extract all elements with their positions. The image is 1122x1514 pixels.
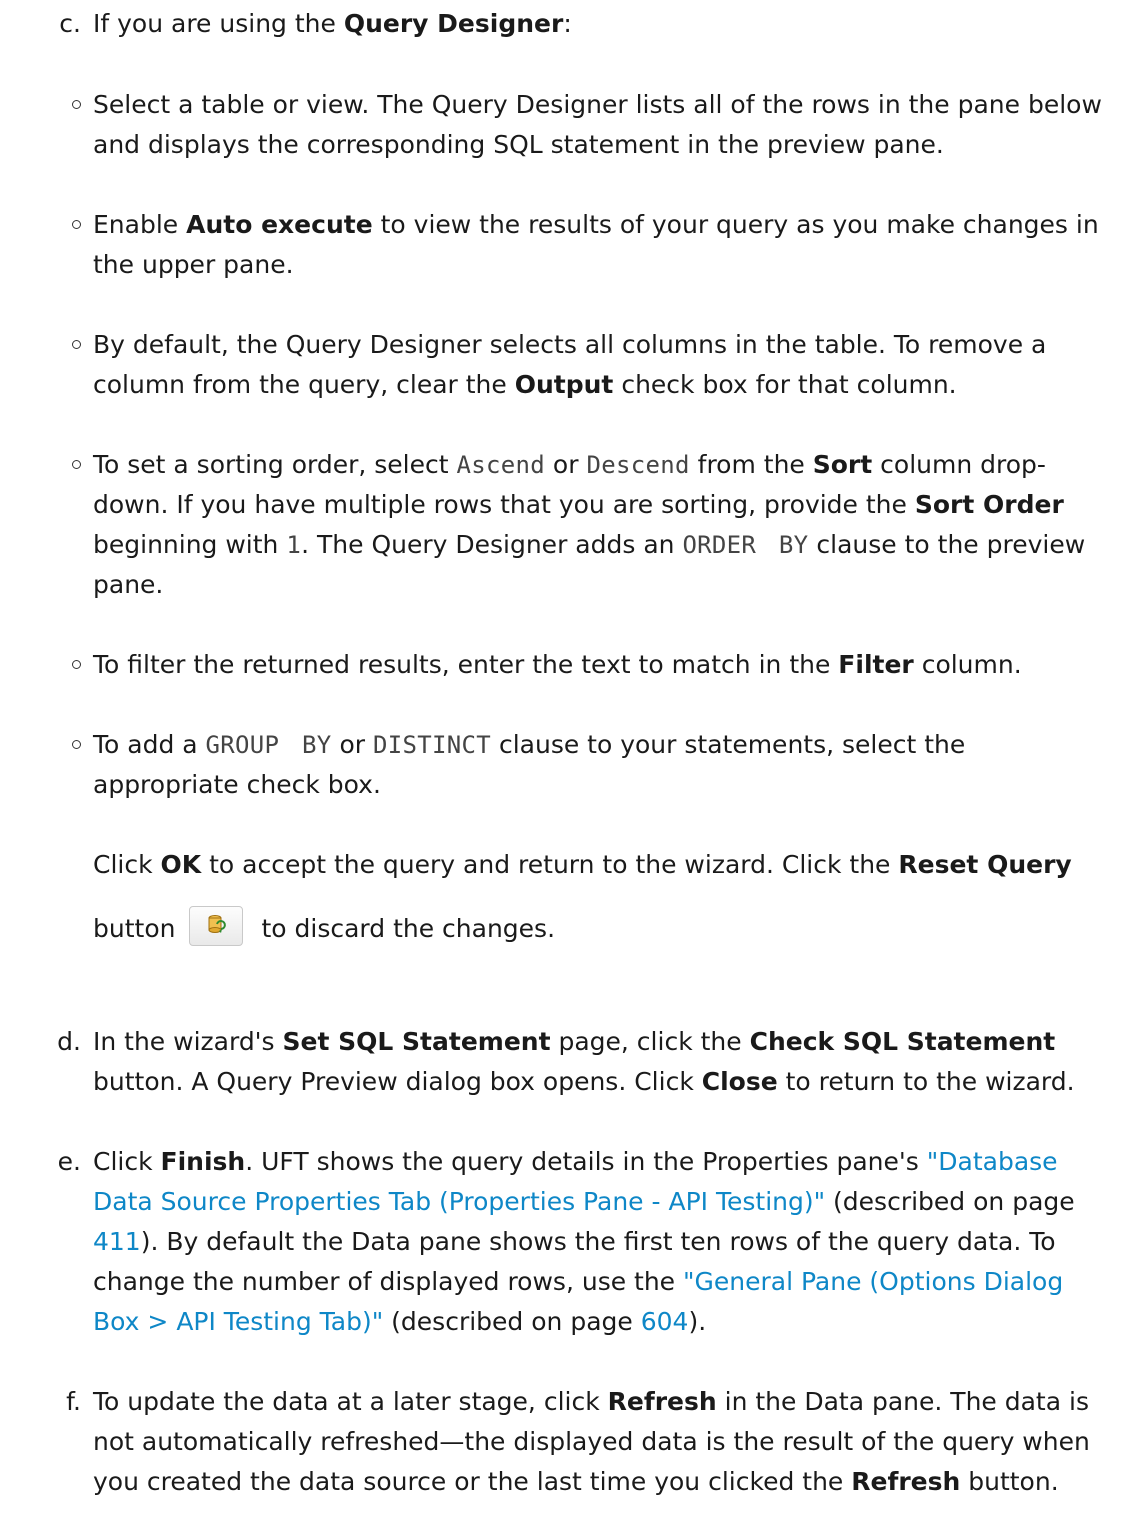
reset-query-note: Click OK to accept the query and return … [93, 845, 1105, 949]
bold-term: Sort [812, 450, 873, 479]
bold-term: Check SQL Statement [749, 1027, 1056, 1056]
text: To add a [93, 730, 206, 759]
list-item: By default, the Query Designer selects a… [72, 325, 1105, 405]
bold-term: Finish [160, 1147, 246, 1176]
bullet-circle-icon [72, 740, 81, 749]
text: Click [93, 1147, 161, 1176]
step-marker: f. [66, 1387, 81, 1416]
text: to return to the wizard. [777, 1067, 1075, 1096]
bold-term: Sort Order [914, 490, 1064, 519]
text: (described on page [825, 1187, 1075, 1216]
text: page, click the [550, 1027, 750, 1056]
bold-term: OK [160, 850, 202, 879]
list-item: To set a sorting order, select Ascend or… [72, 445, 1105, 605]
reset-query-icon [208, 915, 227, 933]
text: To update the data at a later stage, cli… [93, 1387, 608, 1416]
reset-query-button[interactable] [189, 906, 244, 946]
step-c: c. If you are using the Query Designer: [59, 4, 1103, 44]
text: Select a table or view. The Query Design… [93, 90, 1102, 159]
note-line-1: Click OK to accept the query and return … [93, 845, 1105, 885]
list-item: To add a GROUP BY or DISTINCT clause to … [72, 725, 1105, 805]
list-item: To filter the returned results, enter th… [72, 645, 1105, 685]
text: (described on page [383, 1307, 641, 1336]
code-term: 1 [286, 531, 302, 559]
step-marker: c. [59, 9, 81, 38]
text: beginning with [93, 530, 287, 559]
code-term: Descend [586, 451, 690, 479]
step-marker: d. [57, 1027, 81, 1056]
code-term: ORDER BY [682, 531, 809, 559]
text: Click [93, 850, 161, 879]
text: or [544, 450, 587, 479]
bold-term: Filter [838, 650, 914, 679]
bullet-circle-icon [72, 660, 81, 669]
bullet-circle-icon [72, 100, 81, 109]
document-page: c. If you are using the Query Designer: … [0, 0, 1122, 1514]
link-page-604[interactable]: 604 [641, 1307, 689, 1336]
bold-term: Refresh [607, 1387, 717, 1416]
link-page-411[interactable]: 411 [93, 1227, 141, 1256]
text: In the wizard's [93, 1027, 283, 1056]
text: to discard the changes. [261, 914, 556, 943]
bold-term: Query Designer [343, 9, 564, 38]
step-e: e. Click Finish. UFT shows the query det… [58, 1142, 1103, 1342]
bullet-circle-icon [72, 460, 81, 469]
code-term: Ascend [456, 451, 545, 479]
note-line-2: button to discard the changes. [93, 906, 1105, 949]
list-item: Select a table or view. The Query Design… [72, 85, 1105, 165]
text: To set a sorting order, select [93, 450, 457, 479]
text: button. A Query Preview dialog box opens… [93, 1067, 702, 1096]
step-f: f. To update the data at a later stage, … [66, 1382, 1103, 1502]
text: . UFT shows the query details in the Pro… [245, 1147, 927, 1176]
text: from the [689, 450, 813, 479]
step-marker: e. [57, 1147, 81, 1176]
text: : [563, 9, 572, 38]
text: ). [688, 1307, 707, 1336]
code-term: GROUP BY [205, 731, 332, 759]
text: button [93, 914, 176, 943]
step-d: d. In the wizard's Set SQL Statement pag… [57, 1022, 1103, 1102]
bullet-circle-icon [72, 340, 81, 349]
bold-term: Auto execute [186, 210, 373, 239]
text: check box for that column. [613, 370, 957, 399]
text: button. [960, 1467, 1059, 1496]
bold-term: Refresh [851, 1467, 961, 1496]
code-term: DISTINCT [373, 731, 492, 759]
text: If you are using the [93, 9, 344, 38]
bold-term: Reset Query [898, 850, 1072, 879]
text: or [331, 730, 374, 759]
bold-term: Close [701, 1067, 778, 1096]
text: Enable [93, 210, 187, 239]
text: column. [913, 650, 1022, 679]
bullet-circle-icon [72, 220, 81, 229]
text: . The Query Designer adds an [301, 530, 683, 559]
text: to accept the query and return to the wi… [201, 850, 899, 879]
list-item: Enable Auto execute to view the results … [72, 205, 1105, 285]
bold-term: Set SQL Statement [282, 1027, 551, 1056]
bold-term: Output [514, 370, 614, 399]
text: To filter the returned results, enter th… [93, 650, 839, 679]
